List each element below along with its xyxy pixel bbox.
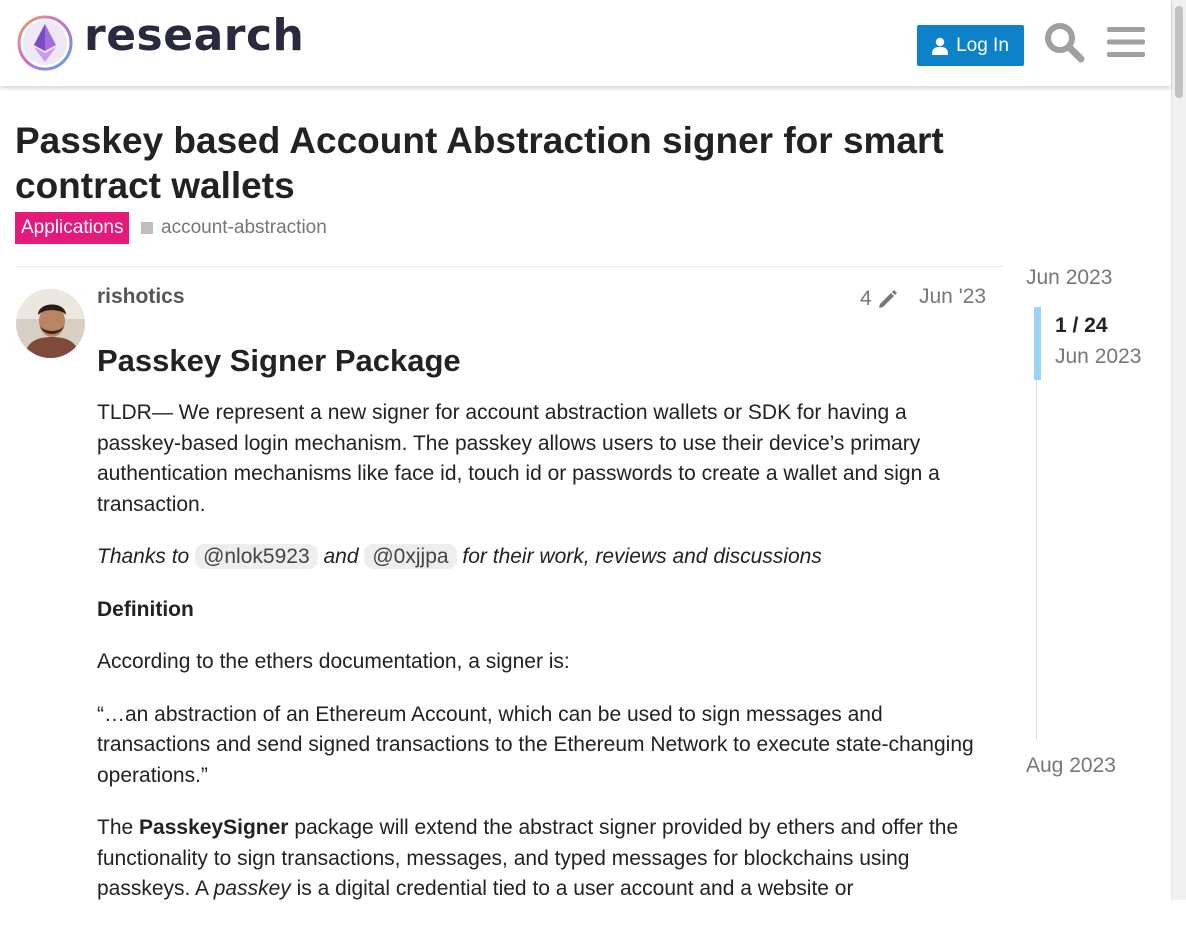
post-date[interactable]: Jun '23 [919, 285, 986, 309]
thanks-prefix: Thanks to [97, 545, 190, 568]
para-italic: passkey [213, 877, 291, 900]
timeline-start-date[interactable]: Jun 2023 [1026, 266, 1112, 290]
title-divider [15, 266, 1004, 267]
post-heading: Passkey Signer Package [97, 343, 461, 378]
post-body: Passkey Signer Package TLDR— We represen… [97, 338, 987, 927]
page-scrollbar[interactable] [1171, 0, 1186, 900]
login-label: Log In [956, 34, 1009, 56]
category-badge[interactable]: Applications [15, 212, 130, 244]
passkeysigner-paragraph: The PasskeySigner package will extend th… [97, 813, 987, 905]
mention-0xjjpa[interactable]: @0xjjpa [364, 544, 457, 569]
signer-quote: “…an abstraction of an Ethereum Account,… [97, 702, 974, 787]
para-bold: PasskeySigner [139, 816, 289, 839]
definition-label: Definition [97, 597, 194, 621]
tldr-paragraph: TLDR— We represent a new signer for acco… [97, 401, 940, 516]
thanks-suffix: for their work, reviews and discussions [462, 545, 822, 568]
timeline-position-date: Jun 2023 [1055, 345, 1142, 368]
timeline-position: 1 / 24 [1055, 314, 1108, 337]
site-header: research Log In [0, 0, 1171, 86]
avatar[interactable] [16, 289, 85, 358]
post-author[interactable]: rishotics [97, 285, 185, 309]
topic-tag[interactable]: account-abstraction [141, 212, 327, 244]
para-the: The [97, 816, 134, 839]
pencil-icon [878, 290, 897, 308]
para-end: is a digital credential tied to a user a… [296, 877, 854, 900]
thanks-and: and [323, 545, 359, 568]
tag-square-icon [141, 222, 153, 234]
user-icon [932, 37, 949, 55]
timeline-handle[interactable] [1034, 307, 1041, 380]
login-button[interactable]: Log In [917, 25, 1024, 66]
mention-nlok5923[interactable]: @nlok5923 [195, 544, 318, 569]
edit-count: 4 [860, 287, 872, 310]
search-icon[interactable] [1043, 21, 1085, 63]
hamburger-menu-icon[interactable] [1105, 21, 1147, 63]
timeline-end-date[interactable]: Aug 2023 [1026, 754, 1116, 778]
thanks-paragraph: Thanks to @nlok5923 and @0xjjpa for thei… [97, 542, 987, 573]
topic-title[interactable]: Passkey based Account Abstraction signer… [15, 118, 1005, 208]
definition-intro: According to the ethers documentation, a… [97, 650, 570, 673]
site-logo-icon[interactable] [16, 14, 74, 72]
site-name[interactable]: research [84, 10, 304, 61]
tag-label: account-abstraction [161, 217, 327, 238]
edit-history[interactable]: 4 [860, 287, 899, 311]
avatar-image [16, 289, 85, 358]
scrollbar-thumb[interactable] [1175, 6, 1183, 98]
definition-heading: Definition [97, 595, 987, 626]
